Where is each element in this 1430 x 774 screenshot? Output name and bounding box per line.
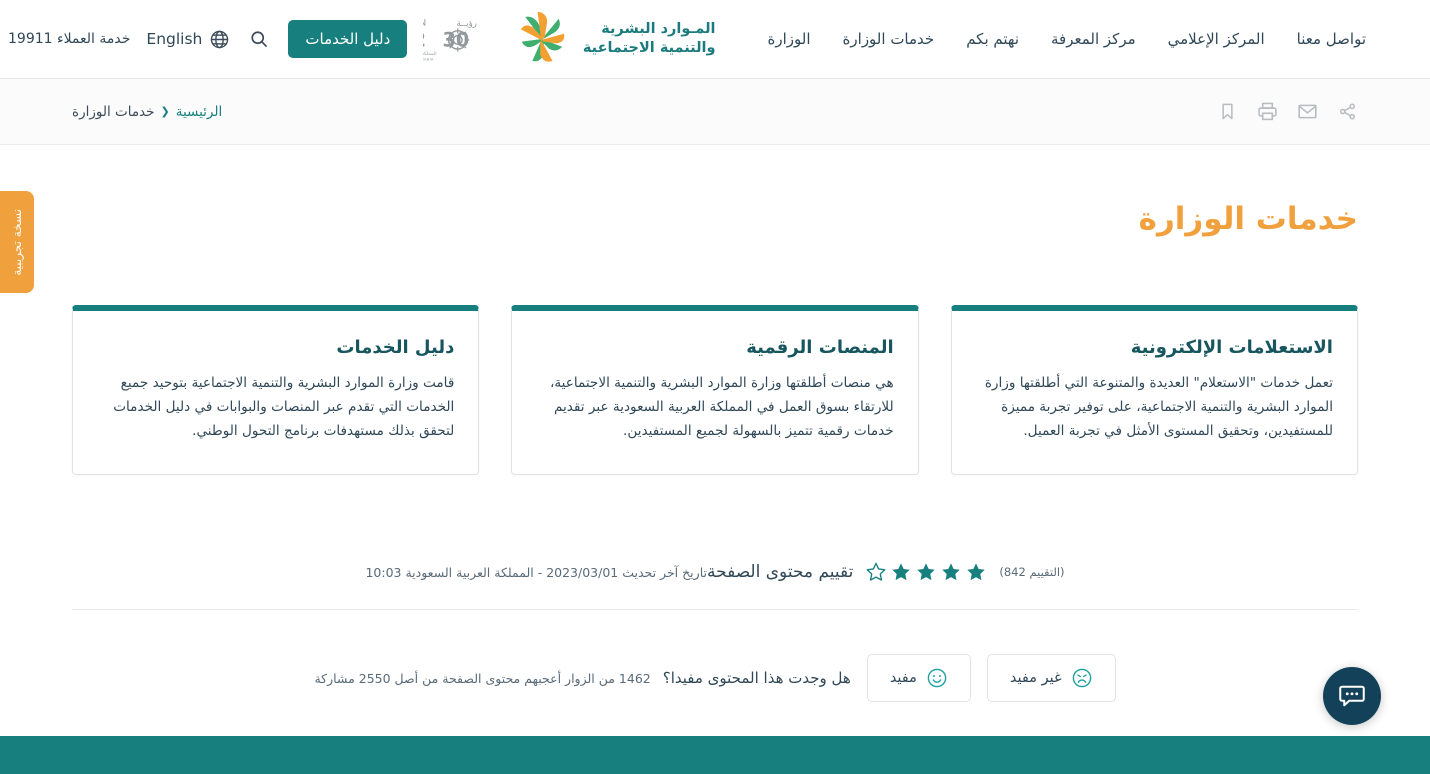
chat-button[interactable] [1323,667,1381,725]
main-content: خدمات الوزارة دليل الخدمات قامت وزارة ال… [0,145,1430,730]
share-icon[interactable] [1336,101,1358,123]
vision-logo-kingdom-en: KINGDOM OF SAUDI ARABIA [423,57,434,62]
page-action-icons [1216,101,1358,123]
customer-service-number[interactable]: خدمة العملاء 19911 [8,31,130,47]
card-body: تعمل خدمات "الاستعلام" العديدة والمتنوعة… [984,375,1333,439]
rating-stars[interactable] [865,561,987,583]
visitor-stats-text: 1462 من الزوار أعجبهم محتوى الصفحة من أص… [314,670,651,686]
smiley-face-icon [927,668,947,688]
vision-logo-30: 30 [443,29,470,52]
bookmark-icon[interactable] [1216,101,1238,123]
feedback-useful-label: مفيد [889,670,917,686]
star-icon-4-filled[interactable] [890,561,912,583]
card-title: المنصات الرقمية [746,337,894,358]
service-card-e-inquiries[interactable]: الاستعلامات الإلكترونية تعمل خدمات "الاس… [950,305,1358,475]
vision-logo-word: VISION [423,19,427,29]
footer-strip [0,736,1430,774]
card-title: الاستعلامات الإلكترونية [1130,337,1333,358]
breadcrumb: الرئيسية ❮ خدمات الوزارة [72,104,222,120]
feedback-row: هل وجدت هذا المحتوى مفيدا؟ مفيد غير مفيد [72,654,1358,730]
page-rating-row: تقييم محتوى الصفحة (التقييم 842) تاريخ آ… [72,561,1358,610]
star-icon-3-filled[interactable] [915,561,937,583]
main-navigation: تواصل معنا المركز الإعلامي مركز المعرفة … [766,24,1368,54]
nav-knowledge-center[interactable]: مركز المعرفة [1049,24,1138,54]
vision-logo-kingdom-ar: المملكة العربية السعودية [423,51,437,57]
breadcrumb-current: خدمات الوزارة [72,103,155,120]
search-icon[interactable] [246,26,272,52]
card-body: هي منصات أطلقتها وزارة الموارد البشرية و… [549,375,894,439]
nav-ministry-services[interactable]: خدمات الوزارة [841,24,937,54]
ministry-name: المـوارد البشرية والتنمية الاجتماعية [583,20,716,58]
language-switcher[interactable]: English [146,29,230,50]
service-cards: دليل الخدمات قامت وزارة الموارد البشرية … [72,305,1358,475]
page-root: VISION رؤيــة 2 30 المملكة العربية السعو… [0,0,1430,774]
nav-contact-us[interactable]: تواصل معنا [1295,24,1368,54]
service-card-guide[interactable]: دليل الخدمات قامت وزارة الموارد البشرية … [72,305,480,475]
globe-icon [211,30,229,48]
service-card-digital-platforms[interactable]: المنصات الرقمية هي منصات أطلقتها وزارة ا… [511,305,919,475]
rating-label: تقييم محتوى الصفحة [707,562,854,582]
vision-logo-2: 2 [423,29,426,52]
frowning-face-icon [1072,668,1091,688]
header-brand-nav: تواصل معنا المركز الإعلامي مركز المعرفة … [511,10,1410,68]
breadcrumb-home[interactable]: الرئيسية [176,104,223,120]
page-rating: تقييم محتوى الصفحة (التقييم 842) [707,561,1065,583]
vision-2030-logo[interactable]: VISION رؤيــة 2 30 المملكة العربية السعو… [423,14,505,64]
language-label: English [146,30,203,48]
nav-ministry[interactable]: الوزارة [766,24,813,54]
last-updated-text: تاريخ آخر تحديث 2023/03/01 - المملكة الع… [365,564,707,580]
ministry-name-line2: والتنمية الاجتماعية [582,40,716,56]
vision-logo-word-ar: رؤيــة [457,19,477,29]
page-title: خدمات الوزارة [1138,201,1358,237]
feedback-not-useful-button[interactable]: غير مفيد [986,654,1116,702]
rating-count: (التقييم 842) [999,565,1065,579]
star-icon-1-filled[interactable] [965,561,987,583]
chevron-left-icon: ❮ [160,105,170,118]
feedback-not-useful-label: غير مفيد [1009,670,1062,686]
ministry-logo[interactable]: المـوارد البشرية والتنمية الاجتماعية [511,10,716,68]
star-icon-5-empty[interactable] [865,561,887,583]
feedback-controls: هل وجدت هذا المحتوى مفيدا؟ مفيد غير مفيد [651,654,1116,702]
nav-media-center[interactable]: المركز الإعلامي [1166,24,1267,54]
print-icon[interactable] [1256,101,1278,123]
ministry-logo-mark [520,11,565,62]
feedback-question: هل وجدت هذا المحتوى مفيدا؟ [662,669,851,687]
card-body: قامت وزارة الموارد البشرية والتنمية الاج… [113,375,455,439]
breadcrumb-bar: الرئيسية ❮ خدمات الوزارة [0,79,1430,145]
chat-bubble-icon [1339,685,1365,707]
services-guide-button[interactable]: دليل الخدمات [288,20,408,58]
header-utilities: VISION رؤيــة 2 30 المملكة العربية السعو… [0,14,505,64]
email-icon[interactable] [1296,101,1318,123]
nav-we-care[interactable]: نهتم بكم [964,24,1021,54]
feedback-useful-button[interactable]: مفيد [866,654,971,702]
site-header: VISION رؤيــة 2 30 المملكة العربية السعو… [0,0,1430,79]
ministry-name-line1: المـوارد البشرية [601,20,716,37]
star-icon-2-filled[interactable] [940,561,962,583]
card-title: دليل الخدمات [336,337,455,358]
